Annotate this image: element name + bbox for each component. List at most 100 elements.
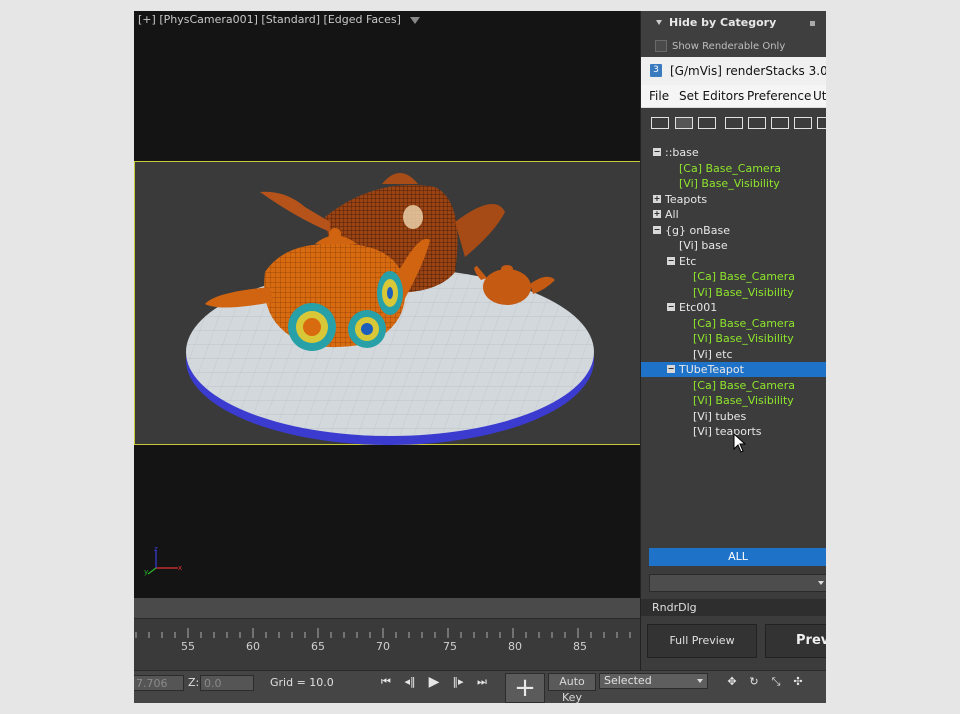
chevron-down-icon xyxy=(818,581,824,585)
filter-icon[interactable] xyxy=(410,16,421,24)
set-keys-button[interactable]: + xyxy=(505,673,545,703)
tree-row[interactable]: [Vi] etc xyxy=(641,347,826,362)
tree-row-label: [Ca] Base_Camera xyxy=(679,162,781,175)
svg-text:y: y xyxy=(144,568,148,576)
preview-button[interactable]: Previ xyxy=(765,624,826,658)
time-slider[interactable] xyxy=(134,598,640,619)
tree-row[interactable]: [Ca] Base_Camera xyxy=(641,269,826,284)
tree-row-label: [Vi] teaports xyxy=(693,425,762,438)
viewport-label[interactable]: [+] [PhysCamera001] [Standard] [Edged Fa… xyxy=(138,13,421,26)
menu-file[interactable]: File xyxy=(649,89,669,103)
tree-row[interactable]: [Vi] Base_Visibility xyxy=(641,393,826,408)
expand-icon[interactable]: + xyxy=(653,195,661,203)
detail-view-icon[interactable] xyxy=(698,117,716,129)
tree-row-label: Etc xyxy=(679,255,697,268)
menu-preference[interactable]: Preference xyxy=(747,89,811,103)
timeline[interactable]: 55 60 65 70 75 80 85 xyxy=(134,598,640,670)
tree-row-label: [Vi] tubes xyxy=(693,410,747,423)
viewport-shading[interactable]: [Standard] xyxy=(261,13,320,26)
all-button[interactable]: ALL xyxy=(649,548,826,566)
previous-frame-icon[interactable]: ◂‖ xyxy=(402,674,418,690)
tree-row[interactable]: [Vi] base xyxy=(641,238,826,253)
list-view-icon[interactable] xyxy=(675,117,693,129)
document-icon[interactable] xyxy=(817,117,826,129)
tree-row-label: [Vi] Base_Visibility xyxy=(693,286,794,299)
svg-text:z: z xyxy=(154,546,158,553)
tree-row-label: [Vi] Base_Visibility xyxy=(693,332,794,345)
collapse-icon[interactable]: − xyxy=(653,226,661,234)
collapse-icon[interactable]: − xyxy=(667,257,675,265)
renderstacks-titlebar[interactable]: 3 [G/mVis] renderStacks 3.01 Non xyxy=(641,57,826,85)
go-to-start-icon[interactable]: ⏮ xyxy=(378,674,394,690)
rotate-tool-icon[interactable]: ↻ xyxy=(746,674,762,690)
tree-row[interactable]: [Vi] Base_Visibility xyxy=(641,331,826,346)
tree-row[interactable]: −::base xyxy=(641,145,826,160)
tree-row[interactable]: [Ca] Base_Camera xyxy=(641,378,826,393)
move-tool-icon[interactable]: ✥ xyxy=(724,674,740,690)
tree-row[interactable]: [Ca] Base_Camera xyxy=(641,161,826,176)
command-panel: Hide by Category Show Renderable Only 3 … xyxy=(640,11,826,670)
delete-icon[interactable] xyxy=(771,117,789,129)
grid-size: Grid = 10.0 xyxy=(270,676,334,689)
show-renderable-checkbox[interactable] xyxy=(655,40,667,52)
tree-row[interactable]: − Etc001 xyxy=(641,300,826,315)
viewport-menu[interactable]: [+] xyxy=(138,13,156,26)
viewport-camera[interactable]: [PhysCamera001] xyxy=(159,13,258,26)
tree-row-label: TUbeTeapot xyxy=(679,363,744,376)
tree-row[interactable]: − TUbeTeapot xyxy=(641,362,826,377)
track-bar-ruler[interactable] xyxy=(134,626,640,638)
stack-tree[interactable]: −::base [Ca] Base_Camera [Vi] Base_Visibil… xyxy=(641,145,826,545)
tree-row-label: Teapots xyxy=(665,193,708,206)
timeline-tick: 65 xyxy=(311,640,325,653)
tree-row-label: [Ca] Base_Camera xyxy=(693,270,795,283)
tree-row[interactable]: − Etc xyxy=(641,254,826,269)
key-selection-dropdown[interactable]: Selected xyxy=(599,673,708,689)
timeline-tick: 75 xyxy=(443,640,457,653)
tree-row[interactable]: + All xyxy=(641,207,826,222)
x-coordinate-field[interactable]: 7.706 xyxy=(134,675,184,691)
collapse-icon[interactable]: − xyxy=(667,303,675,311)
options-icon[interactable] xyxy=(794,117,812,129)
tree-row[interactable]: [Vi] tubes xyxy=(641,409,826,424)
menu-utilities[interactable]: Ut xyxy=(813,89,826,103)
tree-row[interactable]: + Teapots xyxy=(641,192,826,207)
tree-row[interactable]: [Vi] Base_Visibility xyxy=(641,285,826,300)
scale-tool-icon[interactable]: ⤡ xyxy=(768,674,784,690)
add-stack-icon[interactable] xyxy=(651,117,669,129)
pivot-tool-icon[interactable]: ✣ xyxy=(790,674,806,690)
stack-combo[interactable] xyxy=(649,574,826,592)
status-bar: 7.706 Z: 0.0 Grid = 10.0 ⏮ ◂‖ ▶ ‖▸ ⏭ + A… xyxy=(134,670,826,703)
play-icon[interactable]: ▶ xyxy=(426,674,442,690)
rollout-title[interactable]: Hide by Category xyxy=(669,16,776,29)
menu-set-editors[interactable]: Set Editors xyxy=(679,89,744,103)
auto-key-button[interactable]: Auto Key xyxy=(548,673,596,703)
mouse-cursor-icon xyxy=(733,433,747,453)
tree-row[interactable]: [Ca] Base_Camera xyxy=(641,316,826,331)
camera-safe-frame xyxy=(134,161,640,445)
collapse-icon[interactable]: − xyxy=(653,148,661,156)
show-renderable-label: Show Renderable Only xyxy=(672,41,786,52)
rollout-close-icon[interactable] xyxy=(810,21,815,26)
insert-icon[interactable] xyxy=(748,117,766,129)
add-layer-icon[interactable] xyxy=(725,117,743,129)
menu-bar: File Set Editors Preference Ut xyxy=(641,85,826,108)
next-frame-icon[interactable]: ‖▸ xyxy=(450,674,466,690)
tree-row-label: {g} onBase xyxy=(665,224,730,237)
collapse-arrow-icon[interactable] xyxy=(656,20,662,25)
tree-row[interactable]: − {g} onBase xyxy=(641,223,826,238)
full-preview-button[interactable]: Full Preview xyxy=(647,624,757,658)
tree-row-label: [Vi] etc xyxy=(693,348,733,361)
timeline-tick: 60 xyxy=(246,640,260,653)
3dsmax-window: [+] [PhysCamera001] [Standard] [Edged Fa… xyxy=(134,11,826,703)
viewport-edged-faces[interactable]: [Edged Faces] xyxy=(324,13,401,26)
expand-icon[interactable]: + xyxy=(653,210,661,218)
tree-row[interactable]: [Vi] Base_Visibility xyxy=(641,176,826,191)
tree-row-label: [Ca] Base_Camera xyxy=(693,379,795,392)
tree-row-label: [Vi] base xyxy=(679,239,728,252)
collapse-icon[interactable]: − xyxy=(667,365,675,373)
go-to-end-icon[interactable]: ⏭ xyxy=(474,674,490,690)
viewport[interactable]: [+] [PhysCamera001] [Standard] [Edged Fa… xyxy=(134,11,640,598)
z-coordinate-field[interactable]: 0.0 xyxy=(200,675,254,691)
timeline-tick: 85 xyxy=(573,640,587,653)
renderstacks-window: 3 [G/mVis] renderStacks 3.01 Non File Se… xyxy=(641,57,826,670)
